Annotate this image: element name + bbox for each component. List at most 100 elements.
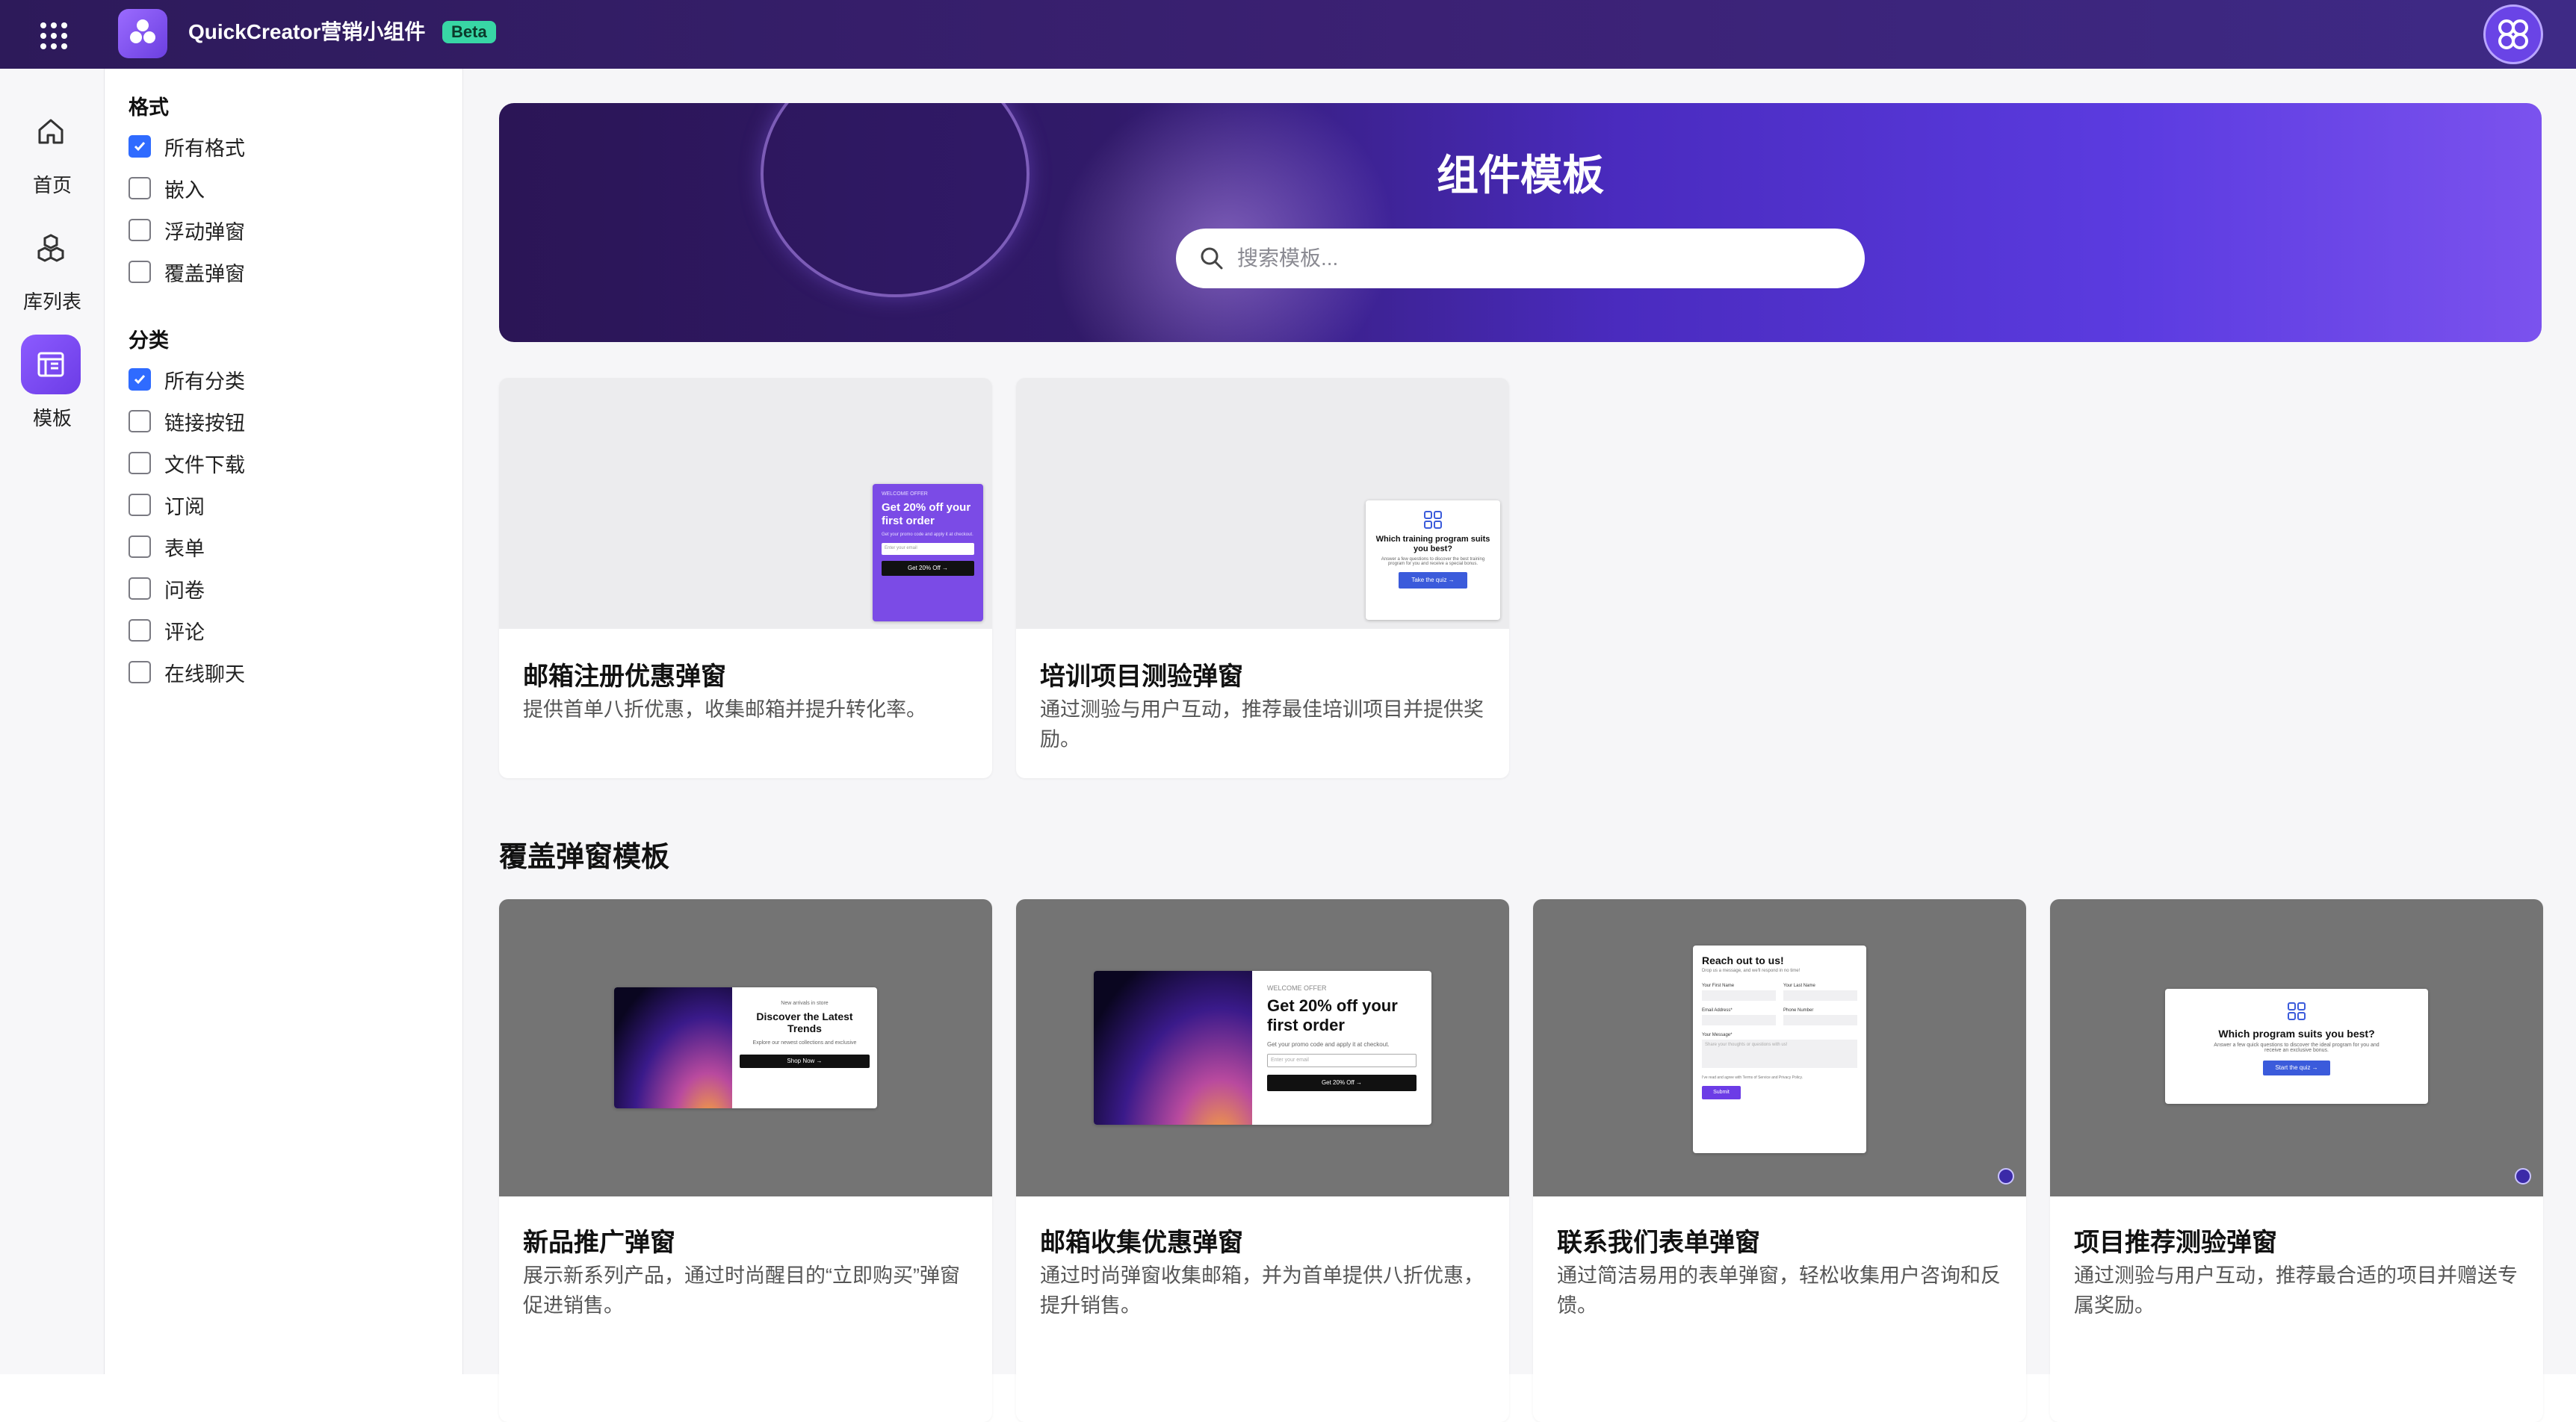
template-description: 展示新系列产品，通过时尚醒目的“立即购买”弹窗促进销售。 [523,1264,960,1317]
filter-option-subscribe[interactable]: 订阅 [129,490,205,520]
search-icon [1201,247,1223,270]
grid-icon [2288,1002,2306,1020]
preview-sub: Answer a few questions to discover the b… [1381,557,1485,566]
app-logo [118,9,167,58]
preview-button: Start the quiz → [2263,1061,2330,1075]
popup-preview: New arrivals in store Discover the Lates… [614,987,877,1108]
checkbox-checked-icon[interactable] [129,368,151,391]
filter-option-label: 浮动弹窗 [164,220,245,243]
template-card[interactable]: WELCOME OFFER Get 20% off your first ord… [499,378,992,778]
filter-option-file-download[interactable]: 文件下载 [129,448,245,478]
search-input[interactable] [1237,246,1805,270]
preview-agree: I've read and agree with Terms of Servic… [1702,1075,1803,1080]
preview-kicker: New arrivals in store [781,1001,829,1006]
template-card[interactable]: New arrivals in store Discover the Lates… [499,899,992,1422]
filter-option-all-categories[interactable]: 所有分类 [129,364,245,394]
field-label: Your Last Name [1783,984,1815,988]
popup-preview: WELCOME OFFER Get 20% off your first ord… [1094,971,1431,1125]
filter-option-overlay[interactable]: 覆盖弹窗 [129,257,245,287]
checkbox-icon[interactable] [129,452,151,474]
popup-preview: WELCOME OFFER Get 20% off your first ord… [873,484,983,621]
nav-item-library[interactable]: 库列表 [0,212,105,317]
top-bar: QuickCreator营销小组件 Beta [0,0,2576,69]
preview-kicker: WELCOME OFFER [882,491,928,497]
filter-option-embed[interactable]: 嵌入 [129,173,205,203]
template-card[interactable]: WELCOME OFFER Get 20% off your first ord… [1016,899,1509,1422]
checkbox-icon[interactable] [129,494,151,516]
filter-option-label: 链接按钮 [164,412,245,435]
preview-input: Enter your email [1267,1054,1417,1067]
template-title: 邮箱收集优惠弹窗 [1040,1229,1243,1257]
nav-item-home[interactable]: 首页 [0,96,105,200]
preview-button: Submit [1702,1086,1741,1099]
template-card[interactable]: Which training program suits you best? A… [1016,378,1509,778]
filter-option-label: 表单 [164,537,205,560]
app-launcher-icon[interactable] [36,18,69,51]
filter-option-label: 嵌入 [164,178,205,202]
preview-headline: Which training program suits you best? [1375,535,1490,553]
checkbox-icon[interactable] [129,661,151,683]
template-title: 培训项目测验弹窗 [1040,662,1243,691]
checkbox-checked-icon[interactable] [129,135,151,158]
search-bar[interactable] [1176,229,1865,288]
template-preview: Which training program suits you best? A… [1016,378,1509,629]
filter-option-label: 评论 [164,621,205,644]
filter-option-survey[interactable]: 问卷 [129,574,205,603]
checkbox-icon[interactable] [129,619,151,642]
filter-option-reviews[interactable]: 评论 [129,615,205,645]
nav-item-templates[interactable]: 模板 [0,329,105,433]
filter-option-link-button[interactable]: 链接按钮 [129,406,245,436]
template-card[interactable]: Reach out to us! Drop us a message, and … [1533,899,2026,1422]
preview-headline: Get 20% off your first order [1267,996,1398,1034]
filter-option-label: 覆盖弹窗 [164,262,245,285]
filter-option-label: 在线聊天 [164,662,245,686]
main-content: 组件模板 WELCOME OFFER Get 20% off your firs… [463,69,2576,1422]
app-title: QuickCreator营销小组件 [188,20,426,43]
template-preview: WELCOME OFFER Get 20% off your first ord… [1016,899,1509,1196]
preview-headline: Discover the Latest Trends [756,1010,853,1034]
field-label: Phone Number [1783,1008,1814,1013]
filter-option-live-chat[interactable]: 在线聊天 [129,657,245,687]
checkbox-icon[interactable] [129,219,151,241]
checkbox-icon[interactable] [129,535,151,558]
preview-button: Take the quiz → [1399,572,1467,589]
template-preview: Reach out to us! Drop us a message, and … [1533,899,2026,1196]
filter-option-all-formats[interactable]: 所有格式 [129,131,245,161]
preview-headline: Reach out to us! [1702,954,1784,966]
template-title: 联系我们表单弹窗 [1557,1229,1760,1257]
filter-option-label: 订阅 [164,495,205,518]
chat-bubble-icon [1998,1168,2014,1185]
home-icon [21,102,81,161]
checkbox-icon[interactable] [129,261,151,283]
preview-sub: Answer a few quick questions to discover… [2214,1043,2380,1053]
nav-label-home: 首页 [32,174,72,196]
preview-sub: Drop us a message, and we'll respond in … [1702,969,1801,973]
nav-label-templates: 模板 [32,407,72,429]
filter-option-floating[interactable]: 浮动弹窗 [129,215,245,245]
popup-preview: Which training program suits you best? A… [1366,500,1500,620]
preview-button: Shop Now → [740,1055,870,1068]
user-avatar[interactable] [2483,4,2543,64]
field-label: Your First Name [1702,984,1735,988]
hero-banner: 组件模板 [499,103,2542,342]
grid-icon [1424,511,1442,529]
field-label: Your Message* [1702,1033,1733,1037]
preview-sub: Explore our newest collections and exclu… [752,1040,857,1046]
filter-option-form[interactable]: 表单 [129,532,205,562]
filter-option-label: 文件下载 [164,453,245,476]
filter-option-label: 问卷 [164,579,205,602]
checkbox-icon[interactable] [129,410,151,432]
checkbox-icon[interactable] [129,177,151,199]
template-description: 通过测验与用户互动，推荐最佳培训项目并提供奖励。 [1040,698,1484,751]
template-description: 通过简洁易用的表单弹窗，轻松收集用户咨询和反馈。 [1557,1264,2001,1317]
template-preview: New arrivals in store Discover the Lates… [499,899,992,1196]
preview-textarea: Share your thoughts or questions with us… [1702,1040,1857,1068]
checkbox-icon[interactable] [129,577,151,600]
template-card[interactable]: Which program suits you best? Answer a f… [2050,899,2543,1422]
nav-label-library: 库列表 [22,291,81,313]
abstract-art-image [1094,971,1252,1125]
template-title: 邮箱注册优惠弹窗 [523,662,726,691]
preview-input: Enter your email [882,543,974,555]
preview-kicker: WELCOME OFFER [1267,984,1327,992]
template-title: 新品推广弹窗 [523,1229,675,1257]
